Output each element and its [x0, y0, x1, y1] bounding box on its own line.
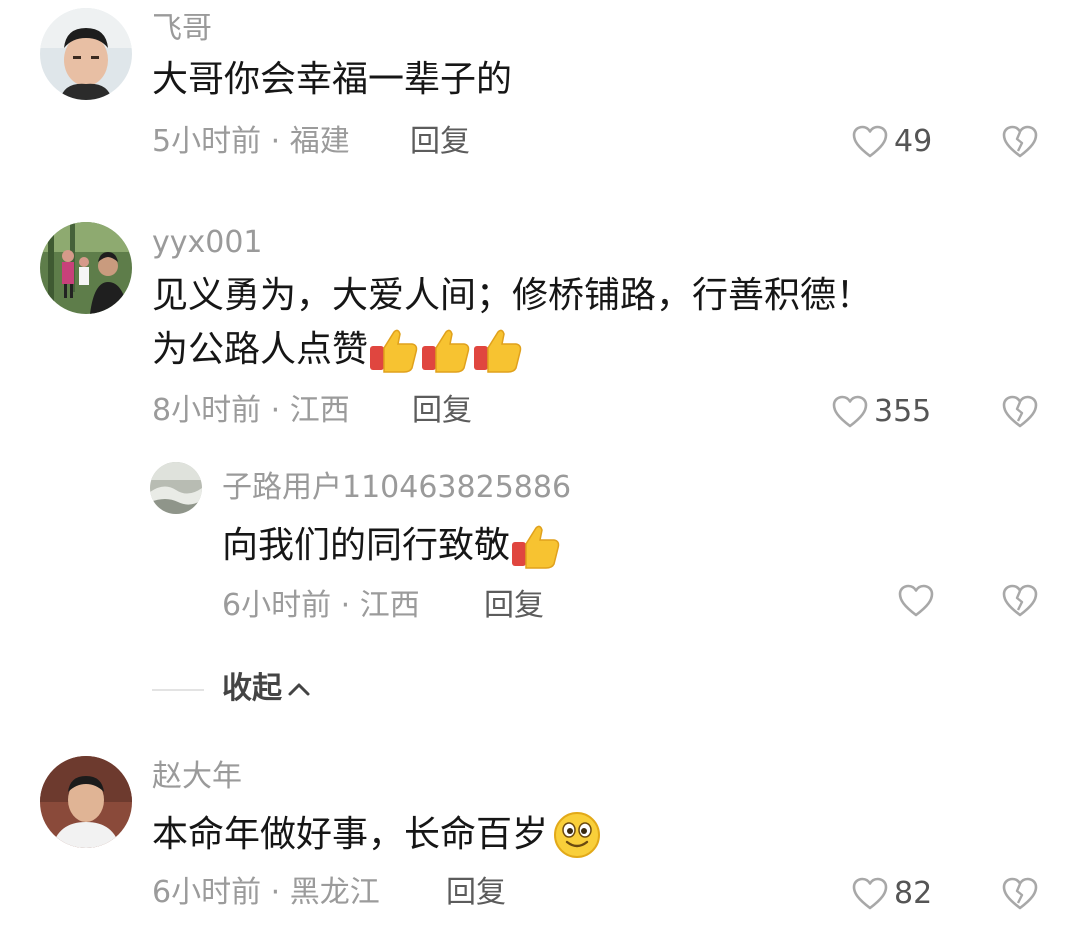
thumbs-up-icon	[422, 329, 470, 373]
heart-icon	[852, 877, 888, 910]
thumbs-up-icon	[512, 525, 560, 569]
like-count: 355	[874, 394, 932, 429]
timestamp: 5小时前	[152, 124, 262, 159]
heart-icon	[898, 584, 934, 617]
comment-text-line: 本命年做好事，长命百岁	[152, 810, 602, 860]
collapse-divider	[152, 689, 204, 691]
username[interactable]: yyx001	[152, 228, 263, 258]
dislike-button[interactable]	[1002, 395, 1038, 433]
location: 江西	[289, 393, 350, 428]
like-button[interactable]	[898, 584, 940, 618]
avatar[interactable]	[40, 756, 132, 848]
meta-separator: ·	[331, 588, 360, 623]
like-count: 49	[894, 124, 933, 159]
broken-heart-icon	[1002, 395, 1038, 428]
broken-heart-icon	[1002, 125, 1038, 158]
avatar[interactable]	[150, 462, 202, 514]
avatar[interactable]	[40, 8, 132, 100]
location: 江西	[359, 588, 420, 623]
heart-icon	[852, 125, 888, 158]
reply-button[interactable]: 回复	[412, 396, 472, 426]
like-button[interactable]: 355	[832, 395, 931, 429]
comment-meta: 5小时前 · 福建	[152, 127, 350, 157]
collapse-label: 收起	[222, 671, 282, 706]
comment-text: 为公路人点赞	[152, 329, 369, 370]
comment-text-line2: 为公路人点赞	[152, 326, 524, 374]
reply-button[interactable]: 回复	[484, 591, 544, 621]
heart-icon	[832, 395, 868, 428]
reply-text-line: 向我们的同行致敬	[222, 522, 562, 570]
location: 黑龙江	[289, 875, 380, 910]
smiley-icon	[554, 812, 601, 858]
reply-button[interactable]: 回复	[446, 878, 506, 908]
reply-button[interactable]: 回复	[410, 127, 470, 157]
comment-meta: 6小时前 · 黑龙江	[152, 878, 380, 908]
username[interactable]: 飞哥	[152, 14, 212, 44]
comment-text: 本命年做好事，长命百岁	[152, 814, 549, 855]
meta-separator: ·	[261, 393, 290, 428]
meta-separator: ·	[261, 875, 290, 910]
username[interactable]: 子路用户110463825886	[222, 473, 571, 503]
comment-text: 大哥你会幸福一辈子的	[152, 59, 513, 100]
location: 福建	[289, 124, 350, 159]
dislike-button[interactable]	[1002, 584, 1038, 622]
dislike-button[interactable]	[1002, 877, 1038, 915]
timestamp: 8小时前	[152, 393, 262, 428]
thumbs-up-icon	[370, 329, 418, 373]
timestamp: 6小时前	[152, 875, 262, 910]
timestamp: 6小时前	[222, 588, 332, 623]
broken-heart-icon	[1002, 877, 1038, 910]
thumbs-up-icon	[474, 329, 522, 373]
comment-text: 见义勇为，大爱人间；修桥铺路，行善积德！	[152, 275, 873, 316]
broken-heart-icon	[1002, 584, 1038, 617]
collapse-replies-button[interactable]: 收起	[222, 674, 312, 704]
chevron-up-icon	[288, 683, 310, 696]
dislike-button[interactable]	[1002, 125, 1038, 163]
like-count: 82	[894, 876, 933, 911]
reply-meta: 6小时前 · 江西	[222, 591, 420, 621]
avatar[interactable]	[40, 222, 132, 314]
like-button[interactable]: 49	[852, 125, 932, 159]
meta-separator: ·	[261, 124, 290, 159]
username[interactable]: 赵大年	[152, 762, 242, 792]
reply-text: 向我们的同行致敬	[222, 525, 511, 566]
like-button[interactable]: 82	[852, 877, 932, 911]
comment-meta: 8小时前 · 江西	[152, 396, 350, 426]
